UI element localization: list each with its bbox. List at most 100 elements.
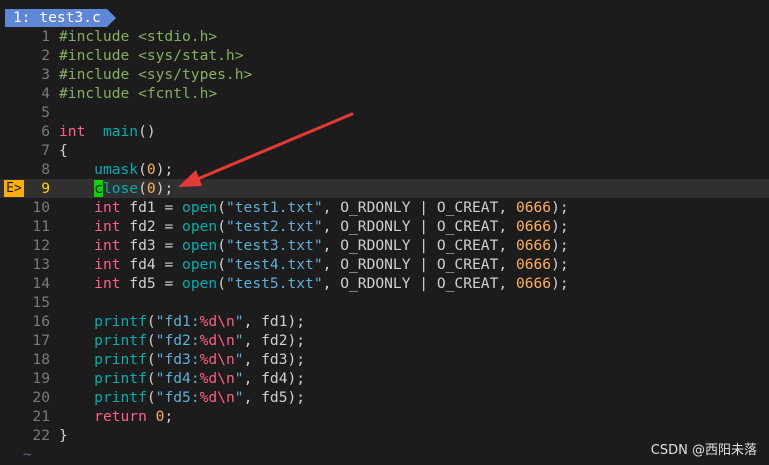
code-line[interactable]: 21 return 0; <box>0 407 769 426</box>
code-token: "test5.txt" <box>225 275 323 292</box>
code-token: open <box>182 237 218 254</box>
code-token: } <box>59 427 68 444</box>
line-number: 20 <box>32 389 50 406</box>
code-token: "test3.txt" <box>225 237 323 254</box>
code-line[interactable]: 5 <box>0 103 769 122</box>
tabline: 1: test3.c <box>0 0 769 27</box>
tab-separator-icon <box>107 9 116 27</box>
code-token: #include <sys/stat.h> <box>59 47 244 64</box>
code-text: int fd3 = open("test3.txt", O_RDONLY | O… <box>59 236 569 255</box>
code-line[interactable]: 18 printf("fd3:%d\n", fd3); <box>0 350 769 369</box>
code-token: ( <box>217 199 226 216</box>
code-token: 0666 <box>515 199 552 216</box>
cursor-highlight: c <box>94 180 103 197</box>
code-token: %d\n <box>199 351 235 368</box>
code-token: int <box>94 199 121 216</box>
code-text: int fd2 = open("test2.txt", O_RDONLY | O… <box>59 217 569 236</box>
code-token: , O_RDONLY | O_CREAT, <box>322 199 516 216</box>
code-line[interactable]: 11 int fd2 = open("test2.txt", O_RDONLY … <box>0 217 769 236</box>
line-number: 13 <box>32 256 50 273</box>
code-token: open <box>182 199 218 216</box>
code-token: 0666 <box>515 218 552 235</box>
code-line[interactable]: 10 int fd1 = open("test1.txt", O_RDONLY … <box>0 198 769 217</box>
code-line[interactable]: 20 printf("fd5:%d\n", fd5); <box>0 388 769 407</box>
line-number: 2 <box>41 47 50 64</box>
code-line[interactable]: 4 #include <fcntl.h> <box>0 84 769 103</box>
code-token: open <box>182 256 218 273</box>
line-number: 11 <box>32 218 50 235</box>
code-text: { <box>59 141 68 160</box>
code-token: " <box>234 332 244 349</box>
code-token: " <box>234 370 244 387</box>
code-text: printf("fd4:%d\n", fd4); <box>59 369 305 388</box>
code-token: " <box>234 389 244 406</box>
code-line[interactable]: 13 int fd4 = open("test4.txt", O_RDONLY … <box>0 255 769 274</box>
code-line[interactable]: 17 printf("fd2:%d\n", fd2); <box>0 331 769 350</box>
code-line[interactable]: 2 #include <sys/stat.h> <box>0 46 769 65</box>
code-token: "fd2: <box>155 332 200 349</box>
code-text: printf("fd3:%d\n", fd3); <box>59 350 305 369</box>
code-token: printf <box>94 313 147 330</box>
code-text: printf("fd2:%d\n", fd2); <box>59 331 305 350</box>
line-number: 12 <box>32 237 50 254</box>
code-line[interactable]: 16 printf("fd1:%d\n", fd1); <box>0 312 769 331</box>
code-line[interactable]: 15 <box>0 293 769 312</box>
code-token: int <box>59 123 86 140</box>
line-number: 6 <box>41 123 50 140</box>
code-token: ( <box>146 313 156 330</box>
line-number: 17 <box>32 332 50 349</box>
line-number: 1 <box>41 28 50 45</box>
code-token: #include <fcntl.h> <box>59 85 218 102</box>
code-token: { <box>59 142 68 159</box>
code-line[interactable]: 12 int fd3 = open("test3.txt", O_RDONLY … <box>0 236 769 255</box>
code-token: fd3 = <box>120 237 183 254</box>
code-token: , O_RDONLY | O_CREAT, <box>322 218 516 235</box>
code-token: %d\n <box>199 389 235 406</box>
code-token: ( <box>138 161 147 178</box>
tab-test3-c[interactable]: 1: test3.c <box>5 9 107 27</box>
code-line[interactable]: 7{ <box>0 141 769 160</box>
code-token: "test2.txt" <box>225 218 323 235</box>
code-text: close(0); <box>59 179 173 198</box>
code-token: () <box>138 123 156 140</box>
code-token: "test1.txt" <box>225 199 323 216</box>
code-token: ); <box>551 275 569 292</box>
code-token: , fd2); <box>243 332 306 349</box>
code-token: printf <box>94 389 147 406</box>
line-number: 3 <box>41 66 50 83</box>
code-line[interactable]: 8 umask(0); <box>0 160 769 179</box>
code-text: #include <stdio.h> <box>59 27 217 46</box>
code-token: %d\n <box>199 313 235 330</box>
line-number: 18 <box>32 351 50 368</box>
code-line[interactable]: 1 #include <stdio.h> <box>0 27 769 46</box>
code-line[interactable]: 3 #include <sys/types.h> <box>0 65 769 84</box>
code-token: "fd5: <box>155 389 200 406</box>
code-line[interactable]: 14 int fd5 = open("test5.txt", O_RDONLY … <box>0 274 769 293</box>
code-token: , fd1); <box>243 313 306 330</box>
code-token: 0666 <box>515 237 552 254</box>
code-line[interactable]: 6 int main() <box>0 122 769 141</box>
code-text: int main() <box>59 122 156 141</box>
code-token: open <box>182 275 218 292</box>
code-token: ( <box>217 218 226 235</box>
code-token: " <box>234 313 244 330</box>
code-token: "fd3: <box>155 351 200 368</box>
code-token: ( <box>146 370 156 387</box>
code-token: ); <box>155 180 174 197</box>
code-token: ( <box>138 180 147 197</box>
code-token: int <box>94 218 121 235</box>
code-line[interactable]: E> 9 close(0); <box>0 179 769 198</box>
code-text: printf("fd5:%d\n", fd5); <box>59 388 305 407</box>
line-number: 4 <box>41 85 50 102</box>
code-line[interactable]: 19 printf("fd4:%d\n", fd4); <box>0 369 769 388</box>
code-editor[interactable]: 1 #include <stdio.h> 2 #include <sys/stat.h… <box>0 27 769 464</box>
code-token: ( <box>146 389 156 406</box>
